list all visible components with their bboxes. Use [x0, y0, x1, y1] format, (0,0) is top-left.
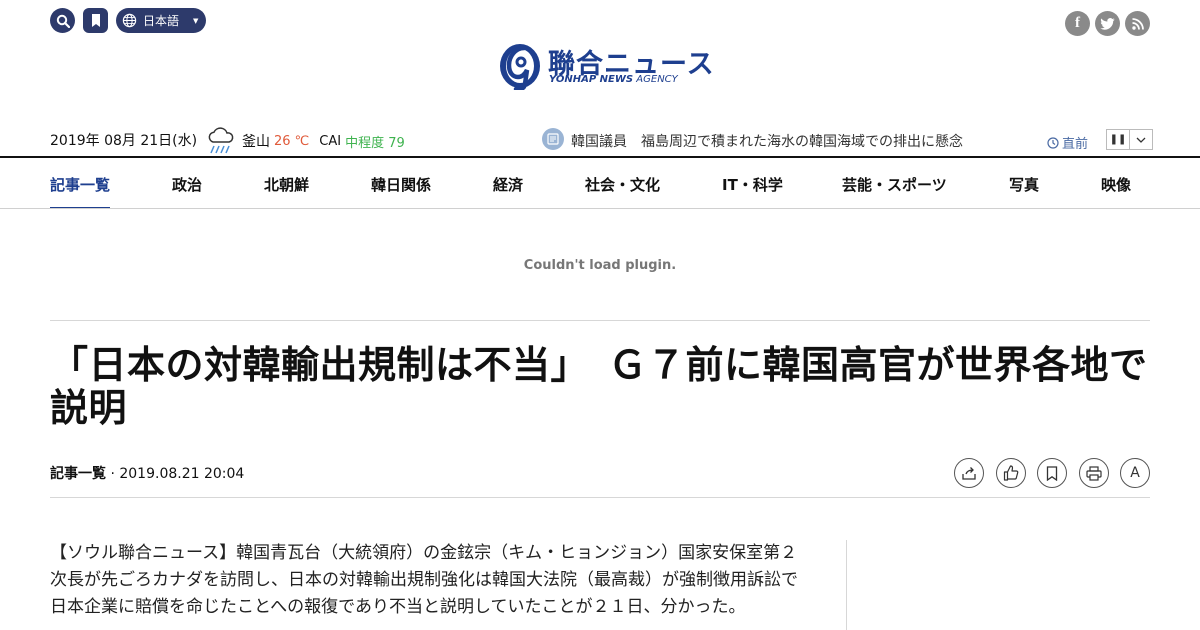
- bookmark-outline-icon: [1046, 465, 1058, 481]
- logo-text-en: YONHAP NEWS AGENCY: [549, 74, 678, 85]
- caret-down-icon: ▼: [193, 16, 199, 25]
- weather-temp: 26 ℃: [274, 133, 310, 149]
- share-icon: [962, 467, 976, 480]
- search-icon: [56, 14, 70, 28]
- current-date: 2019年 08月 21日(水): [50, 133, 198, 149]
- chevron-down-icon: [1136, 137, 1146, 143]
- meta-separator: ·: [106, 466, 120, 482]
- news-ticker-icon: [542, 128, 564, 150]
- plugin-error-message: Couldn't load plugin.: [523, 258, 677, 273]
- twitter-icon: [1100, 17, 1115, 30]
- bookmark-icon: [91, 14, 100, 27]
- globe-icon: [122, 13, 137, 28]
- language-label: 日本語: [143, 14, 180, 28]
- nav-item-economy[interactable]: 経済: [493, 174, 523, 195]
- font-size-button[interactable]: A: [1120, 458, 1150, 488]
- sidebar-divider: [846, 540, 847, 630]
- rss-button[interactable]: [1125, 11, 1150, 36]
- top-bar: 日本語 ▼ f: [50, 8, 1150, 36]
- divider: [50, 497, 1150, 498]
- nav-item-korea-japan[interactable]: 韓日関係: [371, 174, 431, 195]
- ticker-headline[interactable]: 福島周辺で積まれた海水の韓国海域での排出に懸念: [641, 131, 963, 151]
- bookmark-article-button[interactable]: [1037, 458, 1067, 488]
- ticker-category[interactable]: 韓国議員: [571, 131, 627, 151]
- nav-item-it-science[interactable]: IT・科学: [722, 174, 783, 195]
- ticker-pause-button[interactable]: ❚❚: [1106, 129, 1130, 150]
- cai-value: 中程度 79: [345, 135, 405, 151]
- weather-widget[interactable]: 釜山 26 ℃ CAI 中程度 79: [206, 127, 405, 155]
- nav-item-entertainment-sports[interactable]: 芸能・スポーツ: [842, 174, 947, 195]
- logo-en-light: AGENCY: [633, 74, 678, 85]
- cai-label: CAI: [319, 133, 342, 149]
- info-bar: 2019年 08月 21日(水) 釜山 26 ℃ CAI 中程度 79 韓国議員…: [50, 125, 1153, 155]
- nav-bottom-border: [0, 208, 1200, 209]
- facebook-button[interactable]: f: [1065, 11, 1090, 36]
- font-size-icon: A: [1130, 465, 1140, 481]
- rss-icon: [1131, 17, 1144, 30]
- main-nav: 記事一覧 政治 北朝鮮 韓日関係 経済 社会・文化 IT・科学 芸能・スポーツ …: [50, 158, 1150, 209]
- logo-en-bold: YONHAP NEWS: [549, 74, 634, 85]
- yonhap-logo-mark: [500, 44, 540, 90]
- printer-icon: [1086, 465, 1102, 481]
- language-selector[interactable]: 日本語 ▼: [116, 8, 206, 33]
- twitter-button[interactable]: [1095, 11, 1120, 36]
- latest-label: 直前: [1062, 137, 1089, 152]
- rain-cloud-icon: [208, 127, 234, 154]
- thumbs-up-icon: [1003, 465, 1019, 481]
- article-meta: 記事一覧 · 2019.08.21 20:04: [50, 463, 244, 483]
- nav-item-video[interactable]: 映像: [1101, 174, 1131, 195]
- nav-item-society-culture[interactable]: 社会・文化: [585, 174, 660, 195]
- share-button[interactable]: [954, 458, 984, 488]
- bookmark-button[interactable]: [83, 8, 108, 33]
- nav-item-north-korea[interactable]: 北朝鮮: [264, 174, 309, 195]
- ticker-expand-button[interactable]: [1129, 129, 1153, 150]
- nav-item-photo[interactable]: 写真: [1009, 174, 1039, 195]
- document-icon: [547, 133, 559, 145]
- facebook-icon: f: [1075, 15, 1080, 31]
- site-logo[interactable]: 聯合ニュース YONHAP NEWS AGENCY: [498, 40, 714, 92]
- weather-city: 釜山: [242, 134, 270, 150]
- print-button[interactable]: [1079, 458, 1109, 488]
- nav-item-article-list[interactable]: 記事一覧: [50, 174, 110, 195]
- article-date: 2019.08.21 20:04: [119, 466, 245, 482]
- search-button[interactable]: [50, 8, 75, 33]
- like-button[interactable]: [996, 458, 1026, 488]
- divider: [50, 320, 1150, 321]
- clock-icon: [1047, 136, 1059, 149]
- latest-news-link[interactable]: 直前: [1047, 133, 1088, 152]
- article-body: 【ソウル聯合ニュース】韓国青瓦台（大統領府）の金鉉宗（キム・ヒョンジョン）国家安…: [50, 543, 798, 617]
- pause-icon: ❚❚: [1109, 134, 1127, 145]
- nav-item-politics[interactable]: 政治: [172, 174, 202, 195]
- article-category[interactable]: 記事一覧: [50, 466, 106, 482]
- article-title: 「日本の対韓輸出規制は不当」 Ｇ７前に韓国高官が世界各地で説明: [50, 343, 1148, 430]
